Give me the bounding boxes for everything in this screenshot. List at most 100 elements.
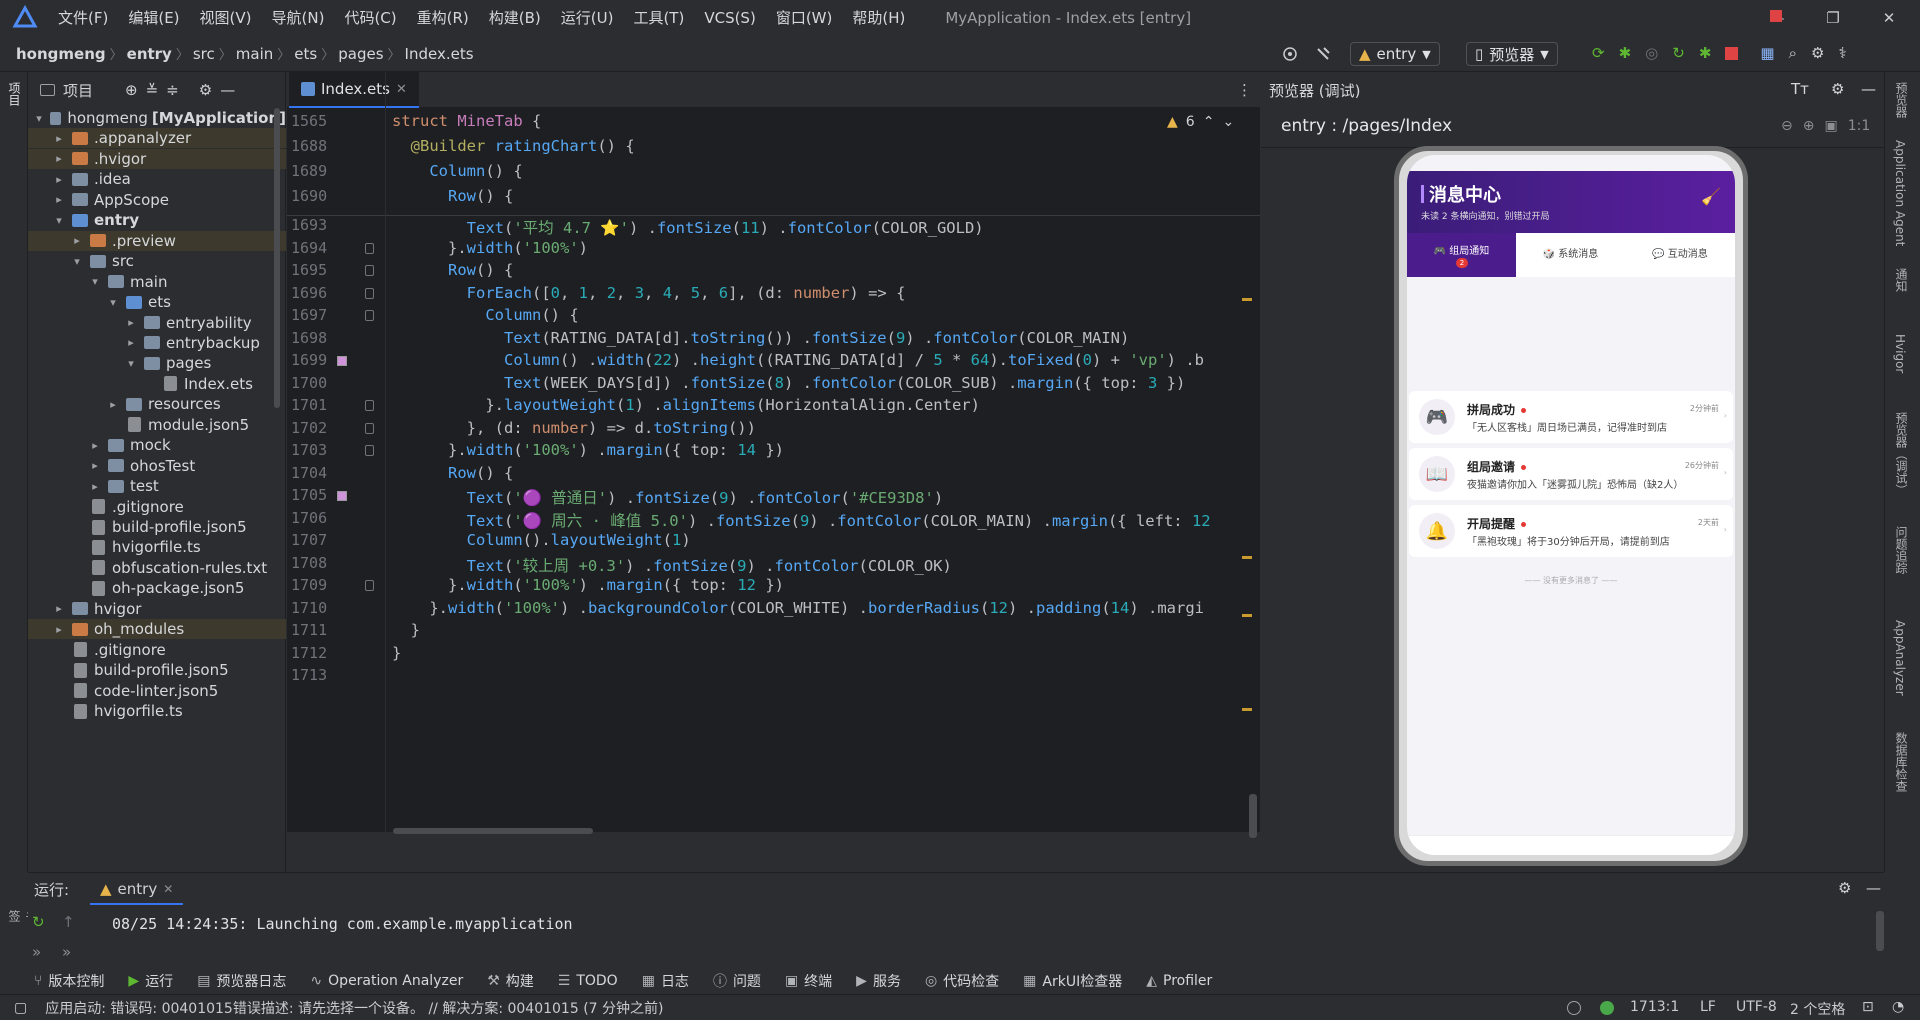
zoom-in-icon[interactable]: ⊕ bbox=[1803, 118, 1815, 134]
code-line[interactable]: Text('🟣 普通日') .fontSize(9) .fontColor('#… bbox=[392, 486, 944, 508]
tab-index-ets[interactable]: Index.ets ✕ bbox=[289, 72, 419, 108]
right-toolwindow-button[interactable]: 预览器 bbox=[1893, 82, 1910, 118]
code-line[interactable]: }.width('100%') bbox=[392, 239, 588, 257]
right-toolwindow-button[interactable]: Application Agent bbox=[1893, 140, 1907, 246]
menu-item-0[interactable]: 文件(F) bbox=[48, 0, 118, 36]
ai-icon[interactable] bbox=[1567, 1001, 1581, 1015]
code-line[interactable]: }.layoutWeight(1) .alignItems(Horizontal… bbox=[392, 396, 980, 414]
settings-icon[interactable]: ⚙ bbox=[1831, 80, 1844, 98]
breadcrumb-item[interactable]: Index.ets bbox=[401, 45, 478, 63]
toolwindow-0[interactable]: ⑂ 版本控制 bbox=[22, 971, 116, 991]
chevron-down-icon[interactable]: ⌄ bbox=[1222, 114, 1234, 130]
stop-icon[interactable] bbox=[1725, 46, 1739, 60]
code-line[interactable]: Row() { bbox=[392, 261, 513, 279]
tree-item[interactable]: hvigorfile.ts bbox=[28, 537, 286, 557]
color-swatch-icon[interactable] bbox=[337, 356, 347, 366]
code-line[interactable]: }.width('100%') .margin({ top: 12 }) bbox=[392, 576, 784, 594]
menu-item-6[interactable]: 构建(B) bbox=[479, 0, 551, 36]
chevron-up-icon[interactable]: ⌃ bbox=[1203, 114, 1215, 130]
toolwindow-1[interactable]: ▶ 运行 bbox=[116, 971, 185, 991]
zoom-out-icon[interactable]: ⊖ bbox=[1781, 118, 1793, 134]
toolwindow-4[interactable]: ⚒ 构建 bbox=[475, 971, 546, 991]
code-line[interactable]: Column() .width(22) .height((RATING_DATA… bbox=[392, 351, 1204, 369]
message-card[interactable]: 📖 组局邀请 夜猫邀请你加入「迷雾孤儿院」恐怖局（缺2人） 26分钟前 › bbox=[1409, 448, 1733, 500]
error-stripe[interactable] bbox=[1242, 202, 1252, 732]
arrow-up-icon[interactable]: ↑ bbox=[62, 913, 75, 931]
message-card[interactable]: 🎮 拼局成功 「无人区客栈」周日场已满员，记得准时到店 2分钟前 › bbox=[1409, 391, 1733, 443]
tree-item[interactable]: ▸ hvigor bbox=[28, 599, 286, 619]
right-toolwindow-button[interactable]: 预览器（调试） bbox=[1893, 412, 1910, 496]
breadcrumb-item[interactable]: entry bbox=[123, 45, 176, 63]
lock-icon[interactable]: ⊡ bbox=[1862, 999, 1874, 1015]
settings-icon[interactable]: ⚙ bbox=[199, 81, 212, 99]
tree-item[interactable]: ▸ entryability bbox=[28, 313, 286, 333]
code-body[interactable]: 1693 Text('平均 4.7 ⭐') .fontSize(11) .fon… bbox=[287, 216, 1260, 832]
project-toolwindow-button[interactable]: 项目 bbox=[6, 82, 23, 106]
menu-item-2[interactable]: 视图(V) bbox=[190, 0, 262, 36]
code-line[interactable]: struct MineTab { bbox=[392, 112, 541, 130]
status-message[interactable]: 应用启动: 错误码: 00401015错误描述: 请先选择一个设备。 // 解决… bbox=[45, 998, 663, 1018]
toolwindow-7[interactable]: ⓘ 问题 bbox=[701, 971, 773, 991]
tree-item[interactable]: oh-package.json5 bbox=[28, 578, 286, 598]
vertical-scrollbar[interactable] bbox=[1249, 794, 1257, 838]
assistant-icon[interactable]: ⚕ bbox=[1838, 44, 1846, 62]
chevron-icon[interactable]: ▸ bbox=[124, 316, 138, 329]
code-line[interactable]: Text(WEEK_DAYS[d]) .fontSize(8) .fontCol… bbox=[392, 374, 1185, 392]
right-toolwindow-button[interactable]: 数据库检查 bbox=[1893, 732, 1910, 792]
attach-icon[interactable]: ◎ bbox=[1645, 44, 1658, 62]
code-line[interactable]: ForEach([0, 1, 2, 3, 4, 5, 6], (d: numbe… bbox=[392, 284, 906, 302]
collapse-all-icon[interactable]: ≑ bbox=[166, 81, 179, 99]
chevron-icon[interactable]: ▸ bbox=[52, 152, 66, 165]
hide-icon[interactable]: — bbox=[1866, 879, 1881, 897]
tree-item[interactable]: ▸ .appanalyzer bbox=[28, 128, 286, 149]
hammer-icon[interactable] bbox=[1315, 44, 1331, 62]
menu-item-9[interactable]: VCS(S) bbox=[694, 0, 765, 36]
tree-item[interactable]: ▸ .hvigor bbox=[28, 148, 286, 169]
right-toolwindow-button[interactable]: AppAnalyzer bbox=[1893, 620, 1907, 696]
code-line[interactable]: }.width('100%') .backgroundColor(COLOR_W… bbox=[392, 599, 1204, 617]
code-line[interactable]: } bbox=[392, 621, 420, 639]
code-line[interactable]: Row() { bbox=[392, 464, 513, 482]
device-screen[interactable]: 消息中心 未读 2 条横向通知，别错过开局 🧹 🎮 组局通知 2 🎲 系统消息 … bbox=[1407, 155, 1735, 855]
message-card[interactable]: 🔔 开局提醒 「黑袍玫瑰」将于30分钟后开局，请提前到店 2天前 › bbox=[1409, 505, 1733, 557]
fold-marker-icon[interactable] bbox=[365, 265, 374, 276]
tree-item[interactable]: ▾ entry bbox=[28, 210, 286, 230]
tree-item[interactable]: obfuscation-rules.txt bbox=[28, 558, 286, 578]
indent-setting[interactable]: 2 个空格 bbox=[1790, 999, 1845, 1019]
tree-item[interactable]: ▾ hongmeng [MyApplication] bbox=[28, 108, 286, 128]
line-separator[interactable]: LF bbox=[1700, 999, 1716, 1015]
fold-marker-icon[interactable] bbox=[365, 310, 374, 321]
color-swatch-icon[interactable] bbox=[337, 491, 347, 501]
tree-item[interactable]: build-profile.json5 bbox=[28, 517, 286, 537]
chevron-icon[interactable]: ▸ bbox=[52, 602, 66, 615]
toolwindow-5[interactable]: ☰ TODO bbox=[546, 973, 630, 989]
code-line[interactable]: Text(RATING_DATA[d].toString()) .fontSiz… bbox=[392, 329, 1129, 347]
more-icon[interactable]: ⋮ bbox=[1237, 81, 1252, 99]
menu-item-4[interactable]: 代码(C) bbox=[334, 0, 406, 36]
tree-item[interactable]: ▸ oh_modules bbox=[28, 619, 286, 640]
toolwindow-12[interactable]: ◭ Profiler bbox=[1134, 973, 1224, 989]
chevron-icon[interactable]: ▾ bbox=[106, 296, 120, 309]
tree-item[interactable]: ▾ src bbox=[28, 251, 286, 271]
code-line[interactable]: Text('平均 4.7 ⭐') .fontSize(11) .fontColo… bbox=[392, 216, 984, 238]
inspection-widget[interactable]: ▲ 6 ⌃ ⌄ bbox=[1167, 114, 1234, 130]
toolwindow-3[interactable]: ∿ Operation Analyzer bbox=[298, 973, 475, 989]
project-panel-title[interactable]: 项目 bbox=[63, 80, 93, 101]
tree-item[interactable]: ▸ entrybackup bbox=[28, 333, 286, 353]
close-button[interactable]: ✕ bbox=[1862, 0, 1916, 36]
settings-icon[interactable]: ⚙ bbox=[1811, 44, 1824, 62]
tree-item[interactable]: ▸ AppScope bbox=[28, 190, 286, 210]
chevron-icon[interactable]: ▾ bbox=[70, 255, 84, 268]
hide-icon[interactable]: — bbox=[220, 81, 235, 99]
code-line[interactable]: Text('🟣 周六 · 峰值 5.0') .fontSize(9) .font… bbox=[392, 509, 1211, 531]
chevron-icon[interactable]: ▸ bbox=[52, 623, 66, 636]
code-line[interactable]: Column() { bbox=[392, 162, 522, 180]
breadcrumb-item[interactable]: hongmeng bbox=[12, 45, 110, 63]
tree-item[interactable]: ▸ test bbox=[28, 476, 286, 496]
menu-item-5[interactable]: 重构(R) bbox=[407, 0, 479, 36]
font-size-icon[interactable]: Tт bbox=[1791, 80, 1809, 98]
maximize-button[interactable]: ❐ bbox=[1806, 0, 1860, 36]
toolwindow-6[interactable]: ▦ 日志 bbox=[630, 971, 701, 991]
fold-marker-icon[interactable] bbox=[365, 580, 374, 591]
menu-item-7[interactable]: 运行(U) bbox=[551, 0, 624, 36]
